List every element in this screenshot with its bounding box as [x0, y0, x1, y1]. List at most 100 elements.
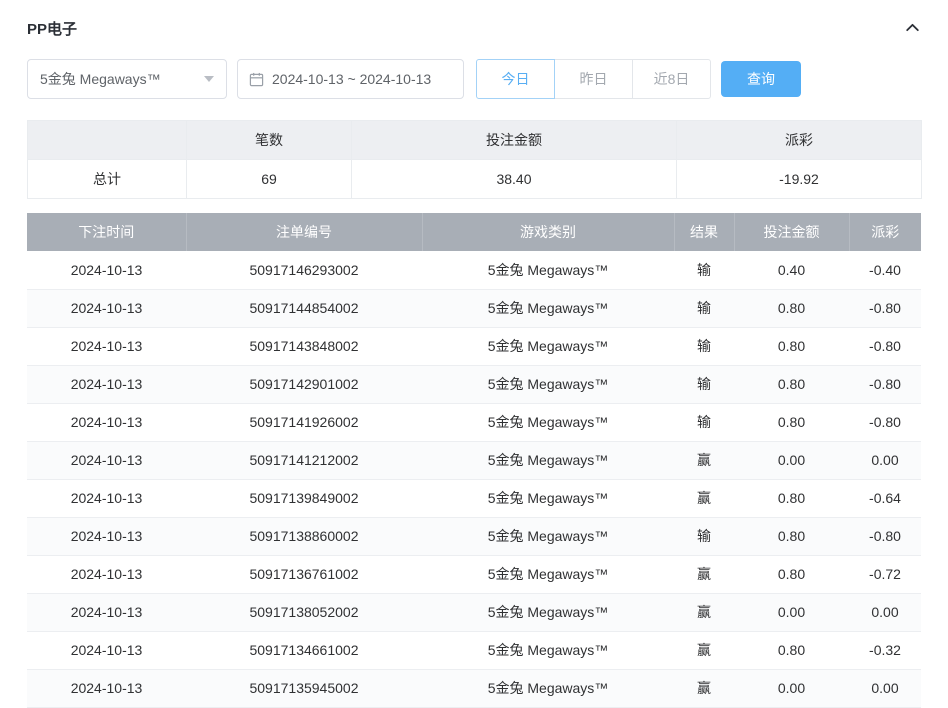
game-select[interactable]: 5金兔 Megaways™: [27, 59, 227, 99]
summary-total-row: 总计 69 38.40 -19.92: [28, 160, 922, 199]
date-range-picker[interactable]: 2024-10-13 ~ 2024-10-13: [237, 59, 464, 99]
result-cell: 输: [674, 365, 734, 403]
order-id-cell: 50917135945002: [186, 669, 422, 707]
header-payout: 派彩: [849, 213, 921, 251]
bet-amount-cell: 0.00: [734, 669, 849, 707]
summary-total-label: 总计: [28, 160, 187, 199]
bet-time-cell: 2024-10-13: [27, 593, 186, 631]
order-id-cell: 50917144854002: [186, 289, 422, 327]
payout-cell: -0.32: [849, 631, 921, 669]
last-8-days-button[interactable]: 近8日: [632, 59, 711, 99]
chevron-up-icon: [904, 19, 921, 39]
summary-header-blank: [28, 121, 187, 160]
panel-title: PP电子: [27, 18, 77, 39]
date-range-value: 2024-10-13 ~ 2024-10-13: [272, 71, 431, 87]
payout-cell: -0.80: [849, 517, 921, 555]
game-name-cell: 5金兔 Megaways™: [422, 251, 674, 289]
game-name-cell: 5金兔 Megaways™: [422, 365, 674, 403]
result-cell: 输: [674, 289, 734, 327]
table-row: 2024-10-13509171462930025金兔 Megaways™输0.…: [27, 251, 921, 289]
table-row: 2024-10-13509171380520025金兔 Megaways™赢0.…: [27, 593, 921, 631]
result-cell: 赢: [674, 631, 734, 669]
table-row: 2024-10-13509171346610025金兔 Megaways™赢0.…: [27, 631, 921, 669]
game-name-cell: 5金兔 Megaways™: [422, 555, 674, 593]
quick-date-button-group: 今日 昨日 近8日: [476, 59, 711, 99]
table-row: 2024-10-13509171367610025金兔 Megaways™赢0.…: [27, 555, 921, 593]
filter-bar: 5金兔 Megaways™ 2024-10-13 ~ 2024-10-13 今日…: [27, 59, 921, 99]
game-name-cell: 5金兔 Megaways™: [422, 441, 674, 479]
table-row: 2024-10-13509171419260025金兔 Megaways™输0.…: [27, 403, 921, 441]
payout-cell: -0.80: [849, 289, 921, 327]
table-row: 2024-10-13509171448540025金兔 Megaways™输0.…: [27, 289, 921, 327]
bet-time-cell: 2024-10-13: [27, 365, 186, 403]
bet-time-cell: 2024-10-13: [27, 517, 186, 555]
payout-cell: 0.00: [849, 593, 921, 631]
result-cell: 赢: [674, 441, 734, 479]
order-id-cell: 50917134661002: [186, 631, 422, 669]
bet-time-cell: 2024-10-13: [27, 327, 186, 365]
table-row: 2024-10-13509171412120025金兔 Megaways™赢0.…: [27, 441, 921, 479]
game-name-cell: 5金兔 Megaways™: [422, 479, 674, 517]
game-name-cell: 5金兔 Megaways™: [422, 593, 674, 631]
result-cell: 输: [674, 403, 734, 441]
order-id-cell: 50917138052002: [186, 593, 422, 631]
bet-table-header-row: 下注时间 注单编号 游戏类别 结果 投注金额 派彩: [27, 213, 921, 251]
yesterday-button[interactable]: 昨日: [554, 59, 633, 99]
bet-amount-cell: 0.00: [734, 441, 849, 479]
header-bet-amount: 投注金额: [734, 213, 849, 251]
result-cell: 输: [674, 327, 734, 365]
bet-amount-cell: 0.40: [734, 251, 849, 289]
bet-amount-cell: 0.80: [734, 403, 849, 441]
bet-amount-cell: 0.80: [734, 555, 849, 593]
bet-time-cell: 2024-10-13: [27, 441, 186, 479]
table-row: 2024-10-13509171388600025金兔 Megaways™输0.…: [27, 517, 921, 555]
order-id-cell: 50917141926002: [186, 403, 422, 441]
query-button[interactable]: 查询: [721, 61, 801, 97]
table-row: 2024-10-13509171429010025金兔 Megaways™输0.…: [27, 365, 921, 403]
bet-table-body: 2024-10-13509171462930025金兔 Megaways™输0.…: [27, 251, 921, 707]
order-id-cell: 50917142901002: [186, 365, 422, 403]
bet-amount-cell: 0.80: [734, 479, 849, 517]
summary-header-payout: 派彩: [677, 121, 922, 160]
payout-cell: -0.64: [849, 479, 921, 517]
bet-time-cell: 2024-10-13: [27, 403, 186, 441]
summary-header-count: 笔数: [187, 121, 352, 160]
summary-header-bet-amount: 投注金额: [352, 121, 677, 160]
table-row: 2024-10-13509171398490025金兔 Megaways™赢0.…: [27, 479, 921, 517]
calendar-icon: [249, 72, 264, 87]
bet-amount-cell: 0.80: [734, 327, 849, 365]
bet-amount-cell: 0.80: [734, 365, 849, 403]
summary-total-bet-amount: 38.40: [352, 160, 677, 199]
payout-cell: -0.80: [849, 327, 921, 365]
payout-cell: -0.40: [849, 251, 921, 289]
game-name-cell: 5金兔 Megaways™: [422, 327, 674, 365]
bet-time-cell: 2024-10-13: [27, 669, 186, 707]
game-name-cell: 5金兔 Megaways™: [422, 517, 674, 555]
today-button[interactable]: 今日: [476, 59, 555, 99]
bet-time-cell: 2024-10-13: [27, 251, 186, 289]
payout-cell: -0.80: [849, 403, 921, 441]
table-row: 2024-10-13509171438480025金兔 Megaways™输0.…: [27, 327, 921, 365]
order-id-cell: 50917139849002: [186, 479, 422, 517]
bet-time-cell: 2024-10-13: [27, 555, 186, 593]
header-game-category: 游戏类别: [422, 213, 674, 251]
game-name-cell: 5金兔 Megaways™: [422, 669, 674, 707]
bet-amount-cell: 0.80: [734, 631, 849, 669]
bet-time-cell: 2024-10-13: [27, 289, 186, 327]
game-name-cell: 5金兔 Megaways™: [422, 403, 674, 441]
order-id-cell: 50917138860002: [186, 517, 422, 555]
bet-amount-cell: 0.00: [734, 593, 849, 631]
bet-time-cell: 2024-10-13: [27, 631, 186, 669]
summary-header-row: 笔数 投注金额 派彩: [28, 121, 922, 160]
game-select-value: 5金兔 Megaways™: [40, 69, 161, 89]
bet-time-cell: 2024-10-13: [27, 479, 186, 517]
summary-total-count: 69: [187, 160, 352, 199]
payout-cell: 0.00: [849, 669, 921, 707]
summary-total-payout: -19.92: [677, 160, 922, 199]
result-cell: 赢: [674, 593, 734, 631]
collapse-button[interactable]: [904, 19, 921, 39]
order-id-cell: 50917146293002: [186, 251, 422, 289]
header-order-id: 注单编号: [186, 213, 422, 251]
result-cell: 输: [674, 251, 734, 289]
payout-cell: -0.72: [849, 555, 921, 593]
